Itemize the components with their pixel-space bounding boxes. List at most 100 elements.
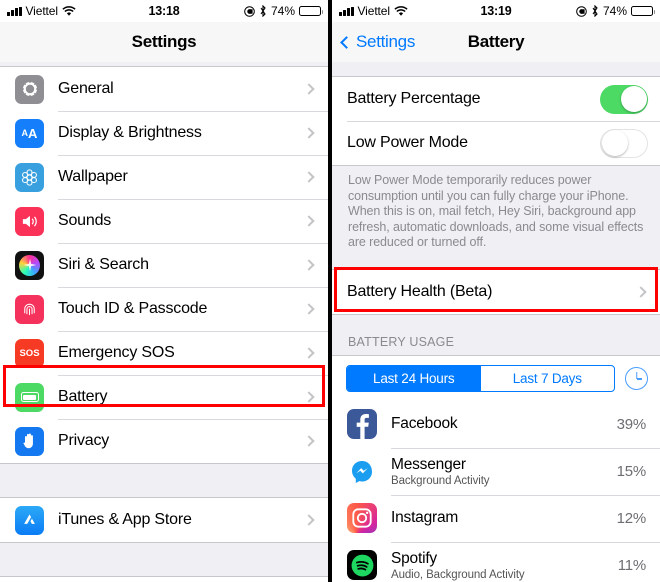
sidebar-item-label: General — [58, 80, 114, 97]
tab-last-7-days[interactable]: Last 7 Days — [481, 366, 615, 391]
back-button-label: Settings — [356, 32, 416, 51]
sidebar-item-general[interactable]: General — [0, 67, 328, 111]
display-brightness-icon: AA — [15, 118, 44, 148]
messenger-icon — [347, 456, 377, 486]
chevron-right-icon — [303, 347, 315, 359]
chevron-right-icon — [303, 83, 315, 95]
nav-bar-left: Settings — [0, 22, 328, 62]
sidebar-item-label: Sounds — [58, 212, 112, 229]
sidebar-item-display-brightness[interactable]: AA Display & Brightness — [0, 111, 328, 155]
battery-percentage-row[interactable]: Battery Percentage — [332, 77, 660, 121]
battery-toggles-group: Battery Percentage Low Power Mode — [332, 76, 660, 166]
clock-icon[interactable] — [625, 366, 648, 390]
usage-percent: 39% — [616, 415, 647, 433]
sidebar-item-label: Wallpaper — [58, 168, 128, 185]
battery-icon — [15, 382, 44, 412]
battery-health-group: Battery Health (Beta) — [332, 268, 660, 315]
battery-screen: Viettel 13:19 74% Settings Battery Batte… — [332, 0, 660, 582]
tab-last-24-hours[interactable]: Last 24 Hours — [347, 365, 481, 391]
status-bar-left: Viettel 13:18 74% — [0, 0, 328, 22]
segmented-control[interactable]: Last 24 Hours Last 7 Days — [346, 364, 615, 392]
bluetooth-icon — [260, 5, 266, 17]
sidebar-item-battery[interactable]: Battery — [0, 375, 328, 419]
list-item[interactable]: Instagram 12% — [332, 494, 660, 542]
low-power-mode-footnote: Low Power Mode temporarily reduces power… — [332, 166, 660, 261]
battery-health-label: Battery Health (Beta) — [347, 282, 493, 300]
settings-group-2: iTunes & App Store — [0, 497, 328, 543]
sidebar-item-privacy[interactable]: Privacy — [0, 419, 328, 463]
usage-percent: 15% — [616, 462, 647, 480]
battery-percent-label: 74% — [602, 4, 627, 18]
settings-list[interactable]: General AA Display & Brightness Wallpape… — [0, 62, 328, 582]
fingerprint-icon — [15, 294, 44, 324]
app-name: Instagram — [391, 509, 459, 526]
list-item[interactable]: Facebook 39% — [332, 400, 660, 448]
app-name: Spotify — [391, 549, 437, 567]
chevron-right-icon — [303, 259, 315, 271]
sidebar-item-sounds[interactable]: Sounds — [0, 199, 328, 243]
sounds-icon — [15, 206, 44, 236]
sidebar-item-wallpaper[interactable]: Wallpaper — [0, 155, 328, 199]
settings-group-3: Accounts & Passwords — [0, 576, 328, 582]
battery-health-row[interactable]: Battery Health (Beta) — [332, 269, 660, 314]
usage-range-control: Last 24 Hours Last 7 Days — [332, 355, 660, 401]
sidebar-item-emergency-sos[interactable]: SOS Emergency SOS — [0, 331, 328, 375]
list-item[interactable]: Spotify Audio, Background Activity 11% — [332, 541, 660, 582]
status-bar-right: Viettel 13:19 74% — [332, 0, 660, 22]
do-not-disturb-icon — [244, 5, 255, 17]
gear-icon — [15, 74, 44, 104]
chevron-right-icon — [303, 215, 315, 227]
status-right-group: 74% — [244, 4, 323, 18]
bluetooth-icon — [592, 5, 598, 17]
sidebar-item-accounts-passwords[interactable]: Accounts & Passwords — [0, 577, 328, 582]
battery-content[interactable]: Battery Percentage Low Power Mode Low Po… — [332, 62, 660, 582]
app-info: Instagram — [391, 509, 617, 527]
hand-privacy-icon — [15, 426, 44, 456]
battery-percent-label: 74% — [270, 4, 295, 18]
low-power-mode-row[interactable]: Low Power Mode — [332, 121, 660, 165]
app-info: Spotify Audio, Background Activity — [391, 550, 618, 581]
status-right-group: 74% — [576, 4, 655, 18]
wallpaper-icon — [15, 162, 44, 192]
chevron-right-icon — [303, 514, 315, 526]
battery-usage-header: BATTERY USAGE — [332, 314, 660, 355]
usage-percent: 11% — [617, 556, 647, 574]
siri-icon — [15, 250, 44, 280]
low-power-mode-toggle[interactable] — [600, 128, 648, 158]
chevron-right-icon — [635, 285, 647, 298]
sidebar-item-label: Emergency SOS — [58, 344, 175, 361]
app-store-icon — [15, 505, 44, 535]
chevron-right-icon — [303, 171, 315, 183]
sidebar-item-label: Siri & Search — [58, 256, 149, 273]
battery-percentage-toggle[interactable] — [600, 84, 648, 114]
sidebar-item-itunes-app-store[interactable]: iTunes & App Store — [0, 498, 328, 542]
chevron-right-icon — [303, 435, 315, 447]
instagram-icon — [347, 503, 377, 533]
sidebar-item-label: iTunes & App Store — [58, 511, 192, 528]
usage-percent: 12% — [616, 509, 647, 527]
dual-screenshot: Viettel 13:18 74% Settings General A A D… — [0, 0, 660, 582]
sidebar-item-siri-search[interactable]: Siri & Search — [0, 243, 328, 287]
battery-icon — [299, 6, 323, 16]
back-button[interactable]: Settings — [340, 32, 415, 52]
spotify-icon — [347, 550, 377, 580]
chevron-right-icon — [303, 127, 315, 139]
battery-usage-group: Last 24 Hours Last 7 Days Facebook 39% M… — [332, 354, 660, 582]
facebook-icon — [347, 409, 377, 439]
app-info: Messenger Background Activity — [391, 456, 617, 487]
sos-icon: SOS — [15, 338, 44, 368]
page-title: Settings — [131, 32, 197, 51]
settings-screen: Viettel 13:18 74% Settings General A A D… — [0, 0, 328, 582]
list-item[interactable]: Messenger Background Activity 15% — [332, 447, 660, 495]
battery-icon — [631, 6, 655, 16]
app-name: Facebook — [391, 415, 458, 432]
sidebar-item-label: Display & Brightness — [58, 124, 202, 141]
chevron-right-icon — [303, 391, 315, 403]
sidebar-item-label: Touch ID & Passcode — [58, 300, 208, 317]
app-subtitle: Background Activity — [391, 474, 490, 487]
sidebar-item-touch-id-passcode[interactable]: Touch ID & Passcode — [0, 287, 328, 331]
chevron-right-icon — [303, 303, 315, 315]
app-name: Messenger — [391, 455, 466, 473]
low-power-mode-label: Low Power Mode — [347, 134, 468, 151]
do-not-disturb-icon — [576, 5, 587, 17]
